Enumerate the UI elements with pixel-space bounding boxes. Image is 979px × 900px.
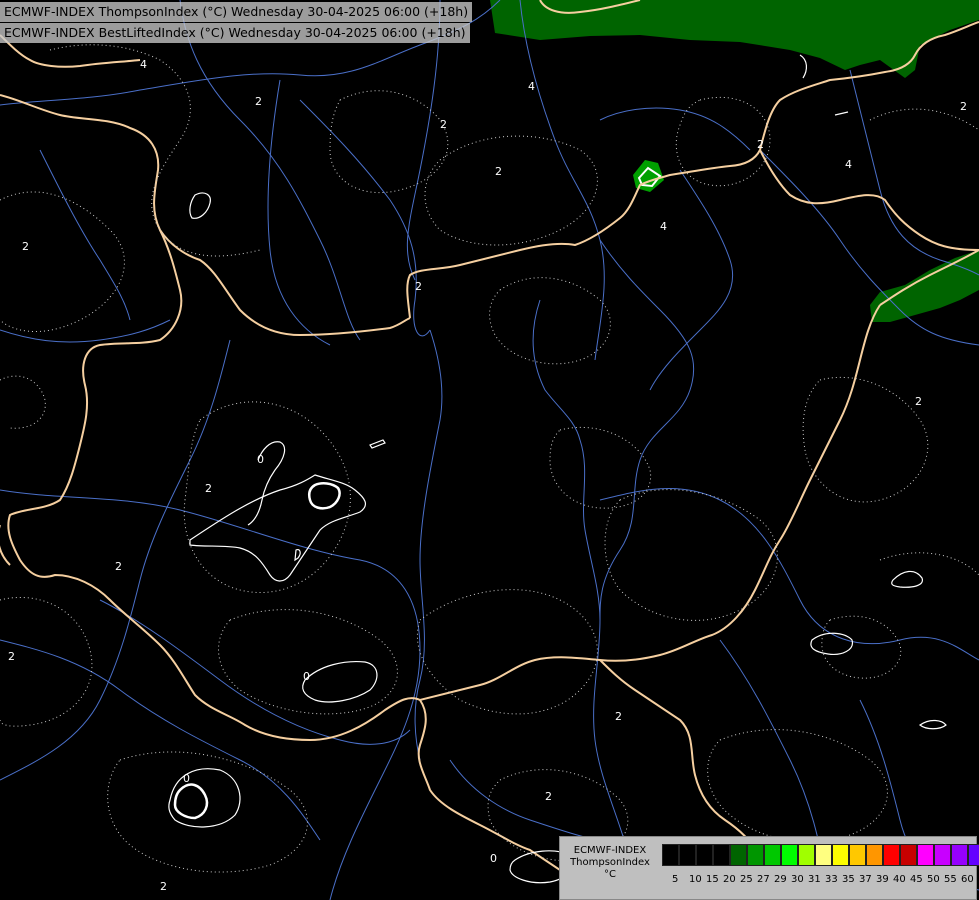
legend-tick-label: 33 (825, 874, 838, 885)
legend-tick-label: 5 (672, 874, 679, 885)
legend-tick-label: 25 (740, 874, 753, 885)
contour-label-0: 0 (257, 453, 264, 466)
contour-label-2: 2 (915, 395, 922, 408)
contour-label-2: 2 (545, 790, 552, 803)
legend-swatch (934, 844, 951, 866)
legend-tick-label: 40 (893, 874, 906, 885)
legend-tick-label: 20 (723, 874, 736, 885)
contour-label-0: 0 (183, 772, 190, 785)
legend-tick-label: 10 (689, 874, 702, 885)
legend-tick-label: 15 (706, 874, 719, 885)
legend-label: ECMWF-INDEX ThompsonIndex °C (560, 845, 660, 881)
legend-swatch (713, 844, 730, 866)
contour-label-2: 2 (255, 95, 262, 108)
map-background (0, 0, 979, 900)
legend-swatches (662, 844, 979, 866)
legend-swatch (798, 844, 815, 866)
contour-label-4: 4 (528, 80, 535, 93)
contour-label-0: 0 (490, 852, 497, 865)
contour-label-2: 2 (440, 118, 447, 131)
legend-tick-label: 60 (961, 874, 974, 885)
legend-swatch (747, 844, 764, 866)
legend-swatch (815, 844, 832, 866)
legend-swatch (764, 844, 781, 866)
color-legend: ECMWF-INDEX ThompsonIndex °C 5 10 15 20 25 27… (559, 836, 979, 900)
legend-swatch (968, 844, 979, 866)
contour-label-2: 2 (757, 138, 764, 151)
contour-label-2: 2 (960, 100, 967, 113)
contour-label-4: 4 (140, 58, 147, 71)
legend-tick-label: 50 (927, 874, 940, 885)
legend-swatch (849, 844, 866, 866)
contour-label-2: 2 (22, 240, 29, 253)
legend-ticks: 5 10 15 20 25 27 29 30 31 33 35 37 39 40 45 50 55 60 (672, 874, 978, 888)
map-title-bestlifted: ECMWF-INDEX BestLiftedIndex (°C) Wednesd… (0, 23, 470, 43)
legend-swatch (900, 844, 917, 866)
contour-label-4: 4 (845, 158, 852, 171)
legend-tick-label: 37 (859, 874, 872, 885)
legend-swatch (866, 844, 883, 866)
legend-tick-label: 27 (757, 874, 770, 885)
legend-swatch (662, 844, 679, 866)
legend-tick-label: 31 (808, 874, 821, 885)
legend-tick-label: 39 (876, 874, 889, 885)
contour-label-4: 4 (660, 220, 667, 233)
legend-tick-label: 45 (910, 874, 923, 885)
legend-swatch (730, 844, 747, 866)
map-title-thompson: ECMWF-INDEX ThompsonIndex (°C) Wednesday… (0, 2, 473, 22)
contour-label-2: 2 (615, 710, 622, 723)
legend-tick-label: 55 (944, 874, 957, 885)
contour-label-0: 0 (303, 670, 310, 683)
legend-model: ECMWF-INDEX (573, 845, 647, 856)
contour-label-2: 2 (8, 650, 15, 663)
legend-swatch (917, 844, 934, 866)
legend-swatch (781, 844, 798, 866)
legend-unit: °C (604, 869, 616, 880)
legend-tick-label: 30 (791, 874, 804, 885)
weather-map: 2 2 2 2 2 2 2 2 2 2 2 2 2 2 4 4 4 4 0 0 … (0, 0, 979, 900)
legend-tick-label: 35 (842, 874, 855, 885)
contour-label-2: 2 (415, 280, 422, 293)
contour-label-2: 2 (115, 560, 122, 573)
legend-swatch (696, 844, 713, 866)
legend-swatch (951, 844, 968, 866)
legend-parameter: ThompsonIndex (570, 857, 650, 868)
legend-swatch (883, 844, 900, 866)
legend-tick-label: 29 (774, 874, 787, 885)
contour-label-2: 2 (160, 880, 167, 893)
legend-swatch (679, 844, 696, 866)
contour-label-2: 2 (495, 165, 502, 178)
contour-label-2: 2 (205, 482, 212, 495)
legend-swatch (832, 844, 849, 866)
